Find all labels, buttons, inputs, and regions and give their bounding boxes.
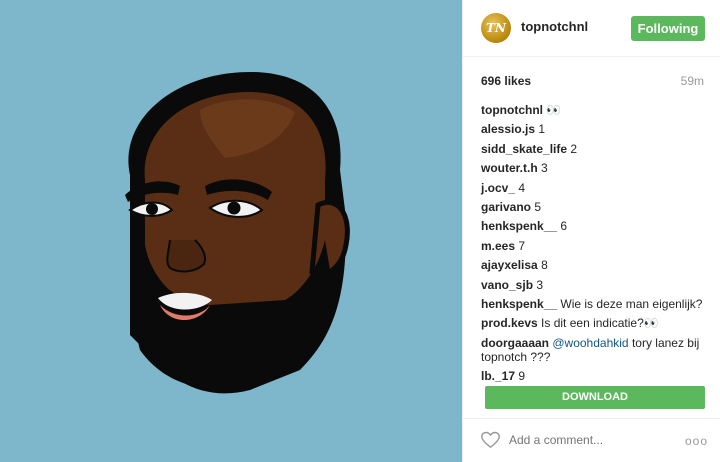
comment-item: topnotchnl 👀 (481, 103, 709, 117)
comment-text: 👀 (546, 103, 562, 117)
comment-text: Is dit een indicatie?👀 (541, 316, 659, 331)
comment-item: prod.kevs Is dit een indicatie?👀 (481, 316, 709, 330)
comment-text: 7 (518, 238, 526, 253)
comment-username[interactable]: ajayxelisa (481, 258, 538, 272)
right-pupil (227, 201, 241, 215)
portrait-illustration (125, 72, 350, 394)
more-options-icon[interactable]: ooo (685, 434, 708, 448)
comment-username[interactable]: topnotchnl (481, 103, 543, 117)
left-pupil (146, 203, 158, 215)
comment-item: henkspenk__ Wie is deze man eigenlijk? (481, 297, 709, 311)
avatar[interactable]: TN (481, 13, 511, 43)
comment-username[interactable]: alessio.js (481, 122, 535, 136)
comment-text: 8 (541, 258, 548, 273)
comment-item: ajayxelisa 8 (481, 258, 709, 272)
comment-username[interactable]: vano_sjb (481, 278, 533, 292)
heart-icon[interactable] (481, 431, 500, 449)
comment-text: 3 (541, 161, 548, 176)
comment-item: j.ocv_ 4 (481, 181, 709, 195)
post-footer: ooo (463, 418, 720, 462)
comment-mention[interactable]: @woohdahkid (552, 336, 628, 350)
comment-text: Wie is deze man eigenlijk? (560, 296, 703, 311)
comments-list: topnotchnl 👀 alessio.js 1 sidd_skate_life … (481, 103, 709, 388)
comment-item: lb._17 9 (481, 369, 709, 383)
comment-item: alessio.js 1 (481, 122, 709, 136)
nose (166, 239, 206, 273)
comment-text: 9 (518, 369, 526, 384)
comment-username[interactable]: wouter.t.h (481, 161, 538, 175)
comment-text: 2 (570, 141, 578, 156)
comment-item: garivano 5 (481, 200, 709, 214)
post-image (0, 0, 462, 462)
comment-username[interactable]: m.ees (481, 239, 515, 253)
add-comment-input[interactable] (509, 432, 659, 448)
following-button[interactable]: Following (631, 16, 705, 41)
comment-text: 4 (518, 180, 526, 195)
comment-username[interactable]: garivano (481, 200, 531, 214)
comment-username[interactable]: doorgaaaan (481, 336, 549, 350)
comment-username[interactable]: prod.kevs (481, 316, 538, 330)
comment-username[interactable]: lb._17 (481, 369, 515, 383)
comment-text: 6 (560, 219, 568, 234)
comment-username[interactable]: henkspenk__ (481, 297, 557, 311)
comment-text: 1 (538, 122, 546, 137)
likes-count[interactable]: 696 likes (481, 74, 531, 88)
comment-item: wouter.t.h 3 (481, 161, 709, 175)
comment-username[interactable]: henkspenk__ (481, 219, 557, 233)
post-panel: TN topnotchnl Following 696 likes 59m to… (462, 0, 720, 462)
post-header: TN topnotchnl Following (463, 0, 720, 57)
comment-username[interactable]: j.ocv_ (481, 181, 515, 195)
comment-username[interactable]: sidd_skate_life (481, 142, 567, 156)
comment-item: henkspenk__ 6 (481, 219, 709, 233)
comment-item: m.ees 7 (481, 239, 709, 253)
download-button[interactable]: DOWNLOAD (485, 386, 705, 409)
avatar-initials: TN (486, 21, 506, 35)
post-username[interactable]: topnotchnl (521, 19, 588, 34)
comment-text: 3 (536, 277, 544, 292)
comment-item: sidd_skate_life 2 (481, 142, 709, 156)
comment-text: 5 (534, 199, 542, 214)
comment-item: doorgaaaan @woohdahkid tory lanez bij to… (481, 336, 709, 364)
post-time[interactable]: 59m (681, 74, 704, 88)
comment-item: vano_sjb 3 (481, 278, 709, 292)
